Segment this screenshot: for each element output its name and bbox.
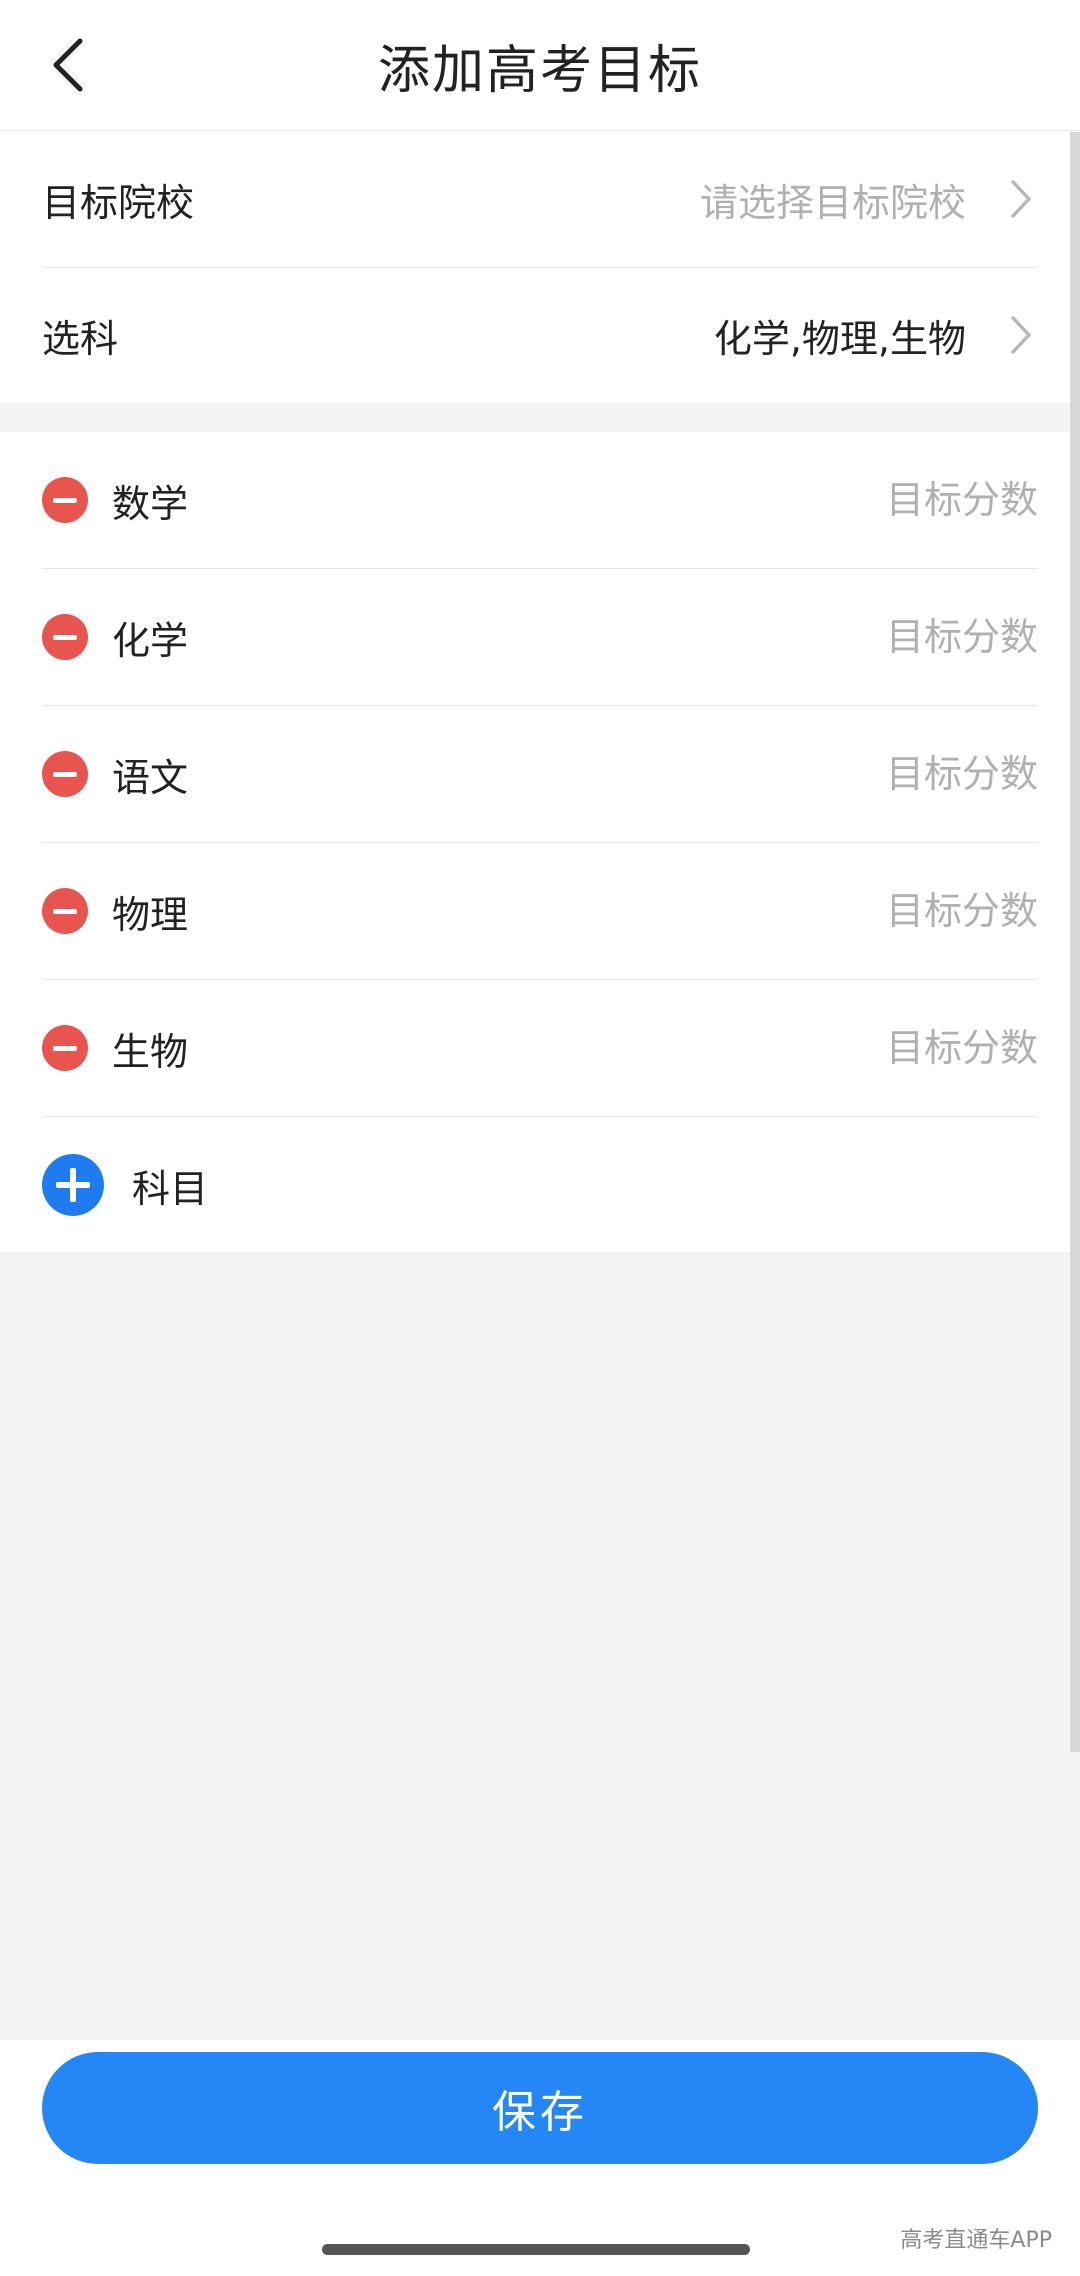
target-score-input[interactable] [798,889,1038,933]
target-score-input[interactable] [798,615,1038,659]
add-circle-icon[interactable] [42,1154,104,1216]
target-score-input[interactable] [798,478,1038,522]
target-score-input[interactable] [798,1026,1038,1070]
page-title: 添加高考目标 [377,40,702,101]
add-subject-label: 科目 [132,1166,209,1211]
home-indicator[interactable] [322,2244,750,2255]
save-button[interactable]: 保存 [42,2052,1038,2164]
add-subject-row[interactable]: 科目 [42,1117,1038,1253]
subject-name: 生物 [112,1029,189,1074]
chevron-right-icon [1004,313,1038,357]
target-school-label: 目标院校 [42,180,195,225]
subject-name: 语文 [112,755,189,800]
subject-selection-value: 化学,物理,生物 [713,316,966,361]
subject-row-biology: 生物 [42,980,1038,1116]
target-info-section: 目标院校 请选择目标院校 选科 化学,物理,生物 [0,131,1080,403]
scrollbar[interactable] [1070,132,1080,1752]
chevron-right-icon [1004,177,1038,221]
remove-circle-icon[interactable] [42,614,88,660]
subject-row-physics: 物理 [42,843,1038,979]
subject-name: 数学 [112,481,189,526]
subject-row-chemistry: 化学 [42,569,1038,705]
target-score-input[interactable] [798,752,1038,796]
chevron-left-icon [53,38,83,92]
target-school-row[interactable]: 目标院校 请选择目标院校 [42,131,1038,267]
subject-row-chinese: 语文 [42,706,1038,842]
remove-circle-icon[interactable] [42,751,88,797]
subject-name: 化学 [112,618,189,663]
subject-selection-right: 化学,物理,生物 [714,308,1038,363]
subject-name: 物理 [112,892,189,937]
target-school-right: 请选择目标院校 [700,172,1038,227]
header-bar: 添加高考目标 [0,0,1080,131]
remove-circle-icon[interactable] [42,888,88,934]
target-school-placeholder: 请选择目标院校 [699,180,966,225]
remove-circle-icon[interactable] [42,477,88,523]
back-button[interactable] [32,24,104,106]
watermark: 高考直通车APP [900,2228,1052,2253]
subject-row-math: 数学 [42,432,1038,568]
subject-selection-label: 选科 [42,316,119,361]
remove-circle-icon[interactable] [42,1025,88,1071]
subject-scores-section: 数学 化学 语文 物理 生物 科目 [0,432,1080,1252]
subject-selection-row[interactable]: 选科 化学,物理,生物 [42,267,1038,403]
